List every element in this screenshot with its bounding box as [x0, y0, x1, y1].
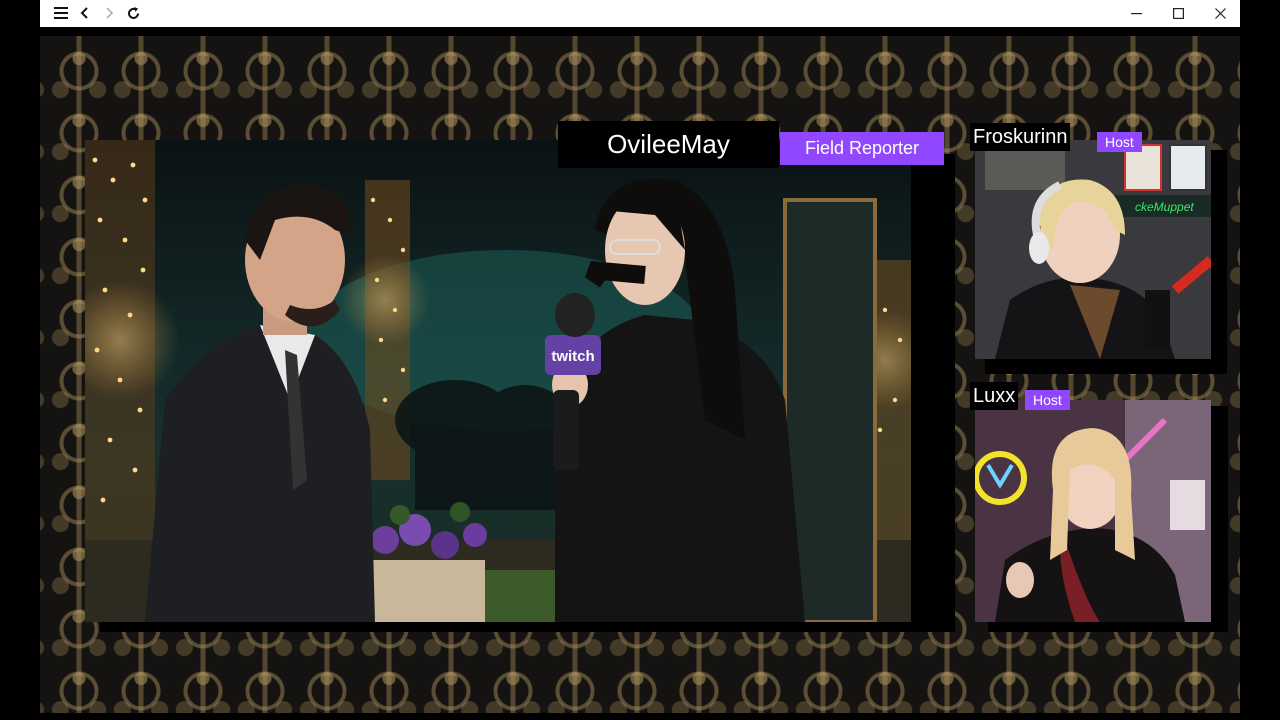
stream-canvas: twitch OvileeMay Field Reporter ckeMuppe…	[40, 36, 1240, 713]
mic-flag-text: twitch	[551, 348, 594, 365]
chevron-left-icon[interactable]	[73, 1, 97, 25]
interview-scene: twitch	[85, 140, 911, 622]
field-reporter-role-tag: Field Reporter	[780, 132, 944, 165]
hamburger-menu-icon[interactable]	[49, 1, 73, 25]
reload-icon[interactable]	[121, 1, 145, 25]
crowd-background	[395, 380, 575, 510]
field-reporter-name: OvileeMay	[558, 121, 779, 168]
host-cam-luxx[interactable]	[975, 400, 1211, 622]
window-controls	[1124, 1, 1232, 25]
host-name-froskurinn: Froskurinn	[970, 123, 1071, 151]
host-cam-luxx-scene	[975, 400, 1211, 622]
host-tag-froskurinn: Host	[1097, 132, 1142, 152]
host-cam-froskurinn-scene: ckeMuppet	[975, 140, 1211, 359]
title-bar	[40, 0, 1240, 27]
close-icon[interactable]	[1208, 1, 1232, 25]
svg-text:ckeMuppet: ckeMuppet	[1135, 200, 1194, 214]
host-name-luxx: Luxx	[970, 382, 1019, 410]
maximize-icon[interactable]	[1166, 1, 1190, 25]
chevron-right-icon[interactable]	[97, 1, 121, 25]
nav-controls	[49, 1, 145, 25]
minimize-icon[interactable]	[1124, 1, 1148, 25]
main-video-feed[interactable]: twitch	[85, 140, 911, 622]
host-tag-luxx: Host	[1025, 390, 1070, 410]
host-cam-froskurinn[interactable]: ckeMuppet	[975, 140, 1211, 359]
